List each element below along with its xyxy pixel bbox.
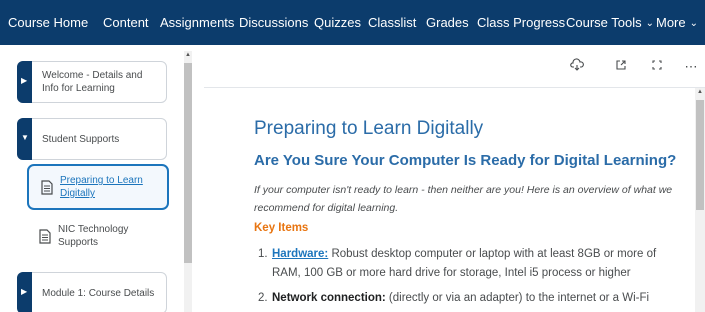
nav-course-home[interactable]: Course Home <box>8 0 88 45</box>
module-label: Module 1: Course Details <box>42 287 155 299</box>
page-subtitle: Are You Sure Your Computer Is Ready for … <box>254 152 677 169</box>
list-text: Hardware: Robust desktop computer or lap… <box>272 245 672 283</box>
list-item-lead: Network connection: <box>272 292 386 304</box>
topic-content: Preparing to Learn Digitally Are You Sur… <box>204 88 690 312</box>
scroll-up-arrow-icon[interactable]: ▲ <box>696 88 704 96</box>
top-navigation: Course Home Content Assignments Discussi… <box>0 0 705 45</box>
hardware-link[interactable]: Hardware: <box>272 248 328 260</box>
nav-class-progress[interactable]: Class Progress <box>477 0 565 45</box>
scrollbar-thumb[interactable] <box>184 63 192 263</box>
list-number: 1. <box>258 248 268 260</box>
content-scrollbar[interactable]: ▲ <box>695 88 705 312</box>
scroll-up-arrow-icon[interactable]: ▲ <box>185 51 191 59</box>
topic-label: Preparing to Learn Digitally <box>60 175 143 199</box>
module-course-details[interactable]: ▶ Module 1: Course Details <box>17 272 167 312</box>
nav-course-tools-label: Course Tools <box>566 15 642 30</box>
module-tab: ▶ <box>17 61 32 103</box>
page-title: Preparing to Learn Digitally <box>254 118 484 139</box>
nav-grades[interactable]: Grades <box>426 0 469 45</box>
scrollbar-thumb[interactable] <box>696 100 704 210</box>
more-options-icon[interactable]: ⋯ <box>682 58 700 76</box>
module-label: Student Supports <box>42 133 120 145</box>
nav-discussions[interactable]: Discussions <box>239 0 308 45</box>
download-icon[interactable] <box>568 58 586 76</box>
nav-course-tools[interactable]: Course Tools ⌄ <box>566 0 654 45</box>
module-student-supports[interactable]: ▼ Student Supports <box>17 118 167 160</box>
list-item-body: Robust desktop computer or laptop with a… <box>272 248 657 279</box>
module-tab: ▼ <box>17 118 32 160</box>
nav-classlist[interactable]: Classlist <box>368 0 416 45</box>
module-tab: ▶ <box>17 272 32 312</box>
document-icon <box>39 229 51 244</box>
module-welcome[interactable]: ▶ Welcome - Details and Info for Learnin… <box>17 61 167 103</box>
fullscreen-icon[interactable] <box>648 58 666 76</box>
nav-more[interactable]: More ⌄ <box>656 0 698 45</box>
intro-text: If your computer isn't ready to learn - … <box>254 184 673 214</box>
topic-preparing-to-learn[interactable]: Preparing to Learn Digitally <box>27 164 169 210</box>
sidebar-scrollbar[interactable]: ▲ <box>184 51 192 312</box>
key-items-heading: Key Items <box>254 222 309 234</box>
chevron-right-icon: ▶ <box>21 287 28 296</box>
nav-assignments[interactable]: Assignments <box>160 0 234 45</box>
topic-label: NIC Technology Supports <box>58 224 129 248</box>
module-label: Welcome - Details and Info for Learning <box>42 70 143 94</box>
nav-content[interactable]: Content <box>103 0 149 45</box>
chevron-down-icon: ⌄ <box>645 18 655 29</box>
list-text: Network connection: (directly or via an … <box>272 289 672 308</box>
list-number: 2. <box>258 292 268 304</box>
document-icon <box>41 180 53 195</box>
chevron-down-icon: ▼ <box>21 133 29 142</box>
chevron-down-icon: ⌄ <box>689 18 699 29</box>
open-new-window-icon[interactable] <box>612 58 630 76</box>
nav-quizzes[interactable]: Quizzes <box>314 0 361 45</box>
list-item-body: (directly or via an adapter) to the inte… <box>385 292 650 304</box>
topic-nic-technology-supports[interactable]: NIC Technology Supports <box>27 215 169 261</box>
chevron-right-icon: ▶ <box>21 76 28 85</box>
nav-more-label: More <box>656 15 686 30</box>
